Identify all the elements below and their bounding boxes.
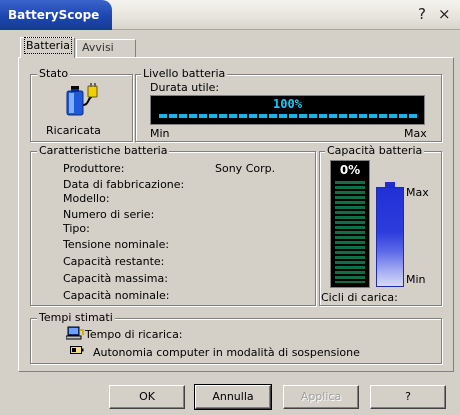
tab-avvisi[interactable]: Avvisi xyxy=(76,39,136,57)
level-max-label: Max xyxy=(404,127,427,140)
max-capacity-label: Capacità massima: xyxy=(63,272,168,285)
battery-plug-icon xyxy=(66,83,98,116)
charge-time-label: Tempo di ricarica: xyxy=(85,328,183,341)
standby-battery-icon xyxy=(70,346,84,354)
help-title-button[interactable]: ? xyxy=(418,5,426,23)
battery-state-text: Ricaricata xyxy=(46,124,101,137)
status-group-label: Stato xyxy=(37,67,71,80)
capacity-percent: 0% xyxy=(339,163,361,177)
level-min-label: Min xyxy=(150,127,170,140)
capacity-group-label: Capacità batteria xyxy=(325,144,425,157)
apply-button[interactable]: Applica xyxy=(283,385,359,409)
nominal-capacity-label: Capacità nominale: xyxy=(63,289,170,302)
model-label: Modello: xyxy=(63,192,110,205)
manufacturer-label: Produttore: xyxy=(63,162,125,175)
window-title: BatteryScope xyxy=(0,0,112,30)
type-label: Tipo: xyxy=(63,222,90,235)
tab-batteria[interactable]: Batteria xyxy=(20,37,75,58)
estimates-group-label: Tempi stimati xyxy=(37,311,115,324)
capacity-meter: 0% xyxy=(330,160,370,288)
battery-gauge xyxy=(376,187,404,287)
remaining-capacity-label: Capacità restante: xyxy=(63,255,165,268)
manufacture-date-label: Data di fabbricazione: xyxy=(63,178,185,191)
battery-level-fill xyxy=(159,114,417,118)
standby-autonomy-label: Autonomia computer in modalità di sospen… xyxy=(93,346,360,359)
ok-button[interactable]: OK xyxy=(109,385,185,409)
manufacturer-value: Sony Corp. xyxy=(215,162,276,175)
nominal-voltage-label: Tensione nominale: xyxy=(63,238,170,251)
cancel-button[interactable]: Annulla xyxy=(194,384,272,410)
capacity-min-label: Min xyxy=(406,273,426,286)
laptop-charge-icon xyxy=(66,326,84,340)
close-title-button[interactable]: × xyxy=(438,5,451,23)
characteristics-group-label: Caratteristiche batteria xyxy=(37,144,170,157)
duration-label: Durata utile: xyxy=(150,81,220,94)
battery-level-bar: 100% xyxy=(150,95,425,125)
tab-batteria-label: Batteria xyxy=(24,37,72,54)
battery-level-percent: 100% xyxy=(273,97,302,111)
help-button[interactable]: ? xyxy=(370,385,446,409)
charge-cycles-label: Cicli di carica: xyxy=(321,291,398,304)
capacity-meter-segments xyxy=(335,181,365,283)
serial-number-label: Numero di serie: xyxy=(63,208,155,221)
level-group-label: Livello batteria xyxy=(141,67,228,80)
capacity-max-label: Max xyxy=(406,186,429,199)
